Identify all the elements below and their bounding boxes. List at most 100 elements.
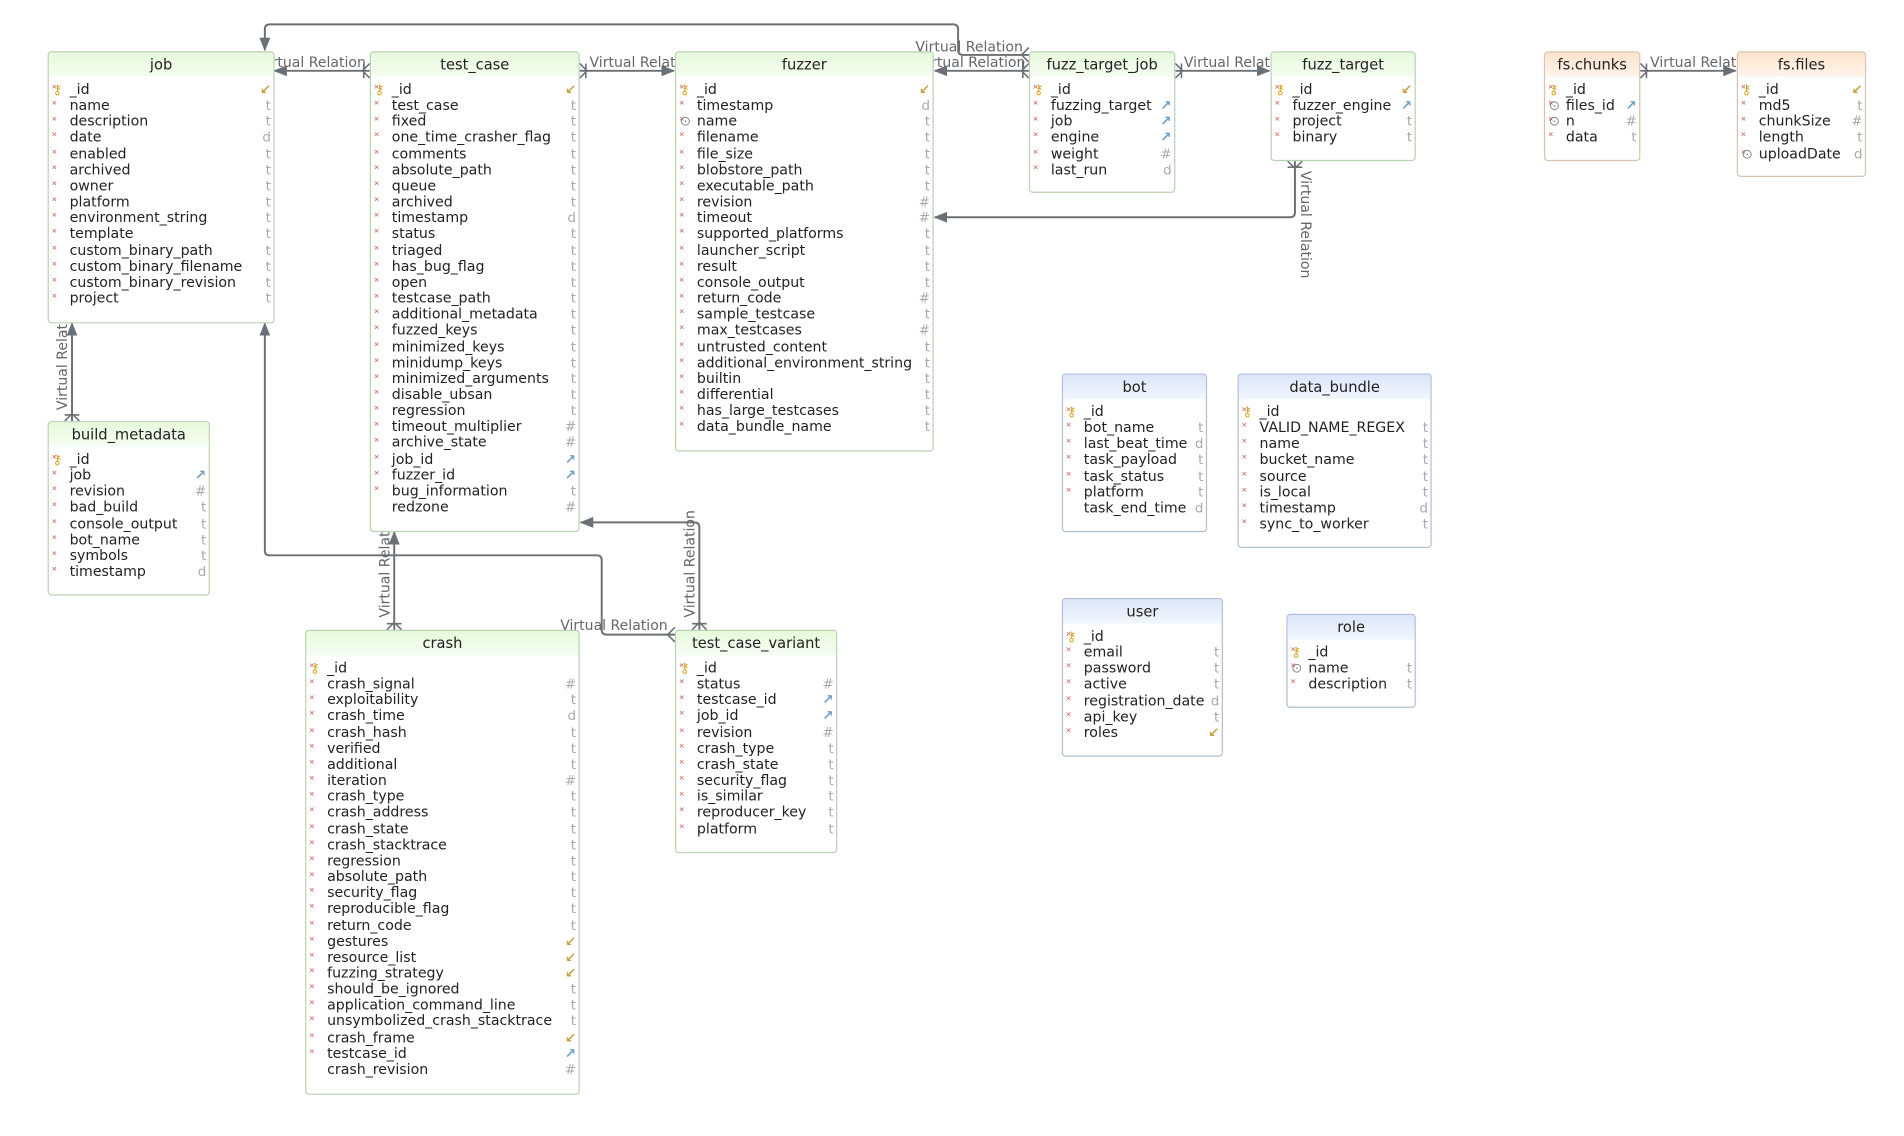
field-row[interactable]: × has_large_testcases t [676,402,932,419]
field-row[interactable]: × executable_path t [676,177,932,194]
field-row[interactable]: × custom_binary_path t [49,242,274,259]
field-row[interactable]: × ⚷ _id [1063,628,1222,645]
field-row[interactable]: × additional t [306,756,578,773]
field-row[interactable]: × enabled t [49,145,274,162]
field-row[interactable]: × ⊙ name t [1288,660,1415,677]
field-row[interactable]: × timestamp d [1239,500,1431,517]
field-row[interactable]: × ⚷ _id ↙ [1738,81,1865,98]
table-fs-chunks[interactable]: fs.chunks × ⚷ _id × ⊙ files_id ↗ × ⊙ n # × data t [1543,51,1641,162]
field-row[interactable]: × has_bug_flag t [371,258,578,275]
field-row[interactable]: × bug_information t [371,482,578,499]
field-row[interactable]: × max_testcases # [676,322,932,339]
field-row[interactable]: × job ↗ [49,467,209,484]
field-row[interactable]: × name t [1239,435,1431,452]
field-row[interactable]: × security_flag t [306,884,578,901]
field-row[interactable]: × timestamp d [49,563,209,580]
field-row[interactable]: × fixed t [371,113,578,130]
table-title[interactable]: role [1287,615,1415,640]
field-row[interactable]: × environment_string t [49,209,274,226]
field-row[interactable]: × ⚷ _id [1030,81,1174,98]
field-row[interactable]: × data t [1545,129,1639,146]
field-row[interactable]: × length t [1738,129,1865,146]
field-row[interactable]: × bot_name t [49,531,209,548]
field-row[interactable]: × symbols t [49,547,209,564]
field-row[interactable]: × platform t [1063,483,1206,500]
field-row[interactable]: × archived t [49,161,274,178]
field-row[interactable]: × fuzzing_strategy ↙ [306,965,578,982]
table-test-case[interactable]: test_case × ⚷ _id ↙ × test_case t × fixed t × one_ti… [369,51,580,533]
field-row[interactable]: × chunkSize # [1738,113,1865,130]
field-row[interactable]: × date d [49,129,274,146]
field-row[interactable]: × ⚷ _id ↙ [676,81,932,98]
field-row[interactable]: × minimized_keys t [371,338,578,355]
field-row[interactable]: × queue t [371,177,578,194]
field-row[interactable]: × application_command_line t [306,997,578,1014]
table-title[interactable]: user [1063,599,1222,624]
field-row[interactable]: × fuzzing_target ↗ [1030,97,1174,114]
field-row[interactable]: × absolute_path t [306,868,578,885]
field-row[interactable]: × result t [676,258,932,275]
field-row[interactable]: × platform t [676,820,836,837]
field-row[interactable]: × crash_hash t [306,724,578,741]
field-row[interactable]: × project t [49,290,274,307]
field-row[interactable]: × job ↗ [1030,113,1174,130]
field-row[interactable]: × custom_binary_filename t [49,258,274,275]
field-row[interactable]: × crash_stacktrace t [306,836,578,853]
field-row[interactable]: × bot_name t [1063,419,1206,436]
field-row[interactable]: × absolute_path t [371,161,578,178]
field-row[interactable]: × timestamp d [371,209,578,226]
table-data-bundle[interactable]: data_bundle × ⚷ _id × VALID_NAME_REGEX t × name t… [1237,373,1432,549]
field-row[interactable]: × unsymbolized_crash_stacktrace t [306,1013,578,1030]
field-row[interactable]: × blobstore_path t [676,161,932,178]
field-row[interactable]: × console_output t [49,515,209,532]
field-row[interactable]: × weight # [1030,145,1174,162]
field-row[interactable]: × is_similar t [676,788,836,805]
field-row[interactable]: × regression t [371,402,578,419]
field-row[interactable]: × api_key t [1063,708,1222,725]
field-row[interactable]: × bad_build t [49,499,209,516]
field-row[interactable]: × job_id ↗ [676,708,836,725]
field-row[interactable]: redzone # [371,498,578,515]
table-fs-files[interactable]: fs.files × ⚷ _id ↙ × md5 t × chunkSize # × length t × ⊙… [1736,51,1867,177]
field-row[interactable]: × console_output t [676,274,932,291]
field-row[interactable]: × launcher_script t [676,242,932,259]
field-row[interactable]: × additional_metadata t [371,306,578,323]
table-fuzzer[interactable]: fuzzer × ⚷ _id ↙ × timestamp d × ⊙ name t × filename t… [674,51,934,452]
field-row[interactable]: × fuzzer_engine ↗ [1272,97,1415,114]
table-bot[interactable]: bot × ⚷ _id × bot_name t × last_beat_time d × task_… [1061,373,1208,533]
field-row[interactable]: × ⚷ _id [49,451,209,468]
field-row[interactable]: × crash_time d [306,708,578,725]
field-row[interactable]: × crash_state t [306,820,578,837]
field-row[interactable]: × binary t [1272,129,1415,146]
field-row[interactable]: × ⊙ name t [676,113,932,130]
field-row[interactable]: × ⚷ _id [1288,644,1415,661]
field-row[interactable]: × open t [371,274,578,291]
field-row[interactable]: × disable_ubsan t [371,386,578,403]
table-title[interactable]: test_case [371,52,579,77]
table-role[interactable]: role × ⚷ _id × ⊙ name t × description t [1286,613,1416,708]
table-fuzz-target-job[interactable]: fuzz_target_job × ⚷ _id × fuzzing_target ↗ × job… [1028,51,1176,193]
field-row[interactable]: × ⊙ files_id ↗ [1545,97,1639,114]
field-row[interactable]: × file_size t [676,145,932,162]
table-user[interactable]: user × ⚷ _id × email t × password t × active t × regis… [1061,598,1223,757]
field-row[interactable]: × differential t [676,386,932,403]
field-row[interactable]: × timeout # [676,209,932,226]
table-title[interactable]: bot [1063,374,1206,400]
field-row[interactable]: × template t [49,225,274,242]
field-row[interactable]: × VALID_NAME_REGEX t [1239,419,1431,436]
field-row[interactable]: × comments t [371,145,578,162]
table-test-case-variant[interactable]: test_case_variant × ⚷ _id × status # × testcase_… [674,629,838,854]
field-row[interactable]: × revision # [676,724,836,741]
field-row[interactable]: × ⚷ _id ↙ [49,81,274,98]
field-row[interactable]: × timestamp d [676,97,932,114]
field-row[interactable]: × ⚷ _id ↙ [371,81,578,98]
field-row[interactable]: × testcase_id ↗ [676,692,836,709]
field-row[interactable]: × sample_testcase t [676,306,932,323]
field-row[interactable]: × crash_frame ↙ [306,1029,578,1046]
table-build-metadata[interactable]: build_metadata × ⚷ _id × job ↗ × revision # × bad_b… [47,421,210,596]
field-row[interactable]: × password t [1063,660,1222,677]
field-row[interactable]: × builtin t [676,370,932,387]
field-row[interactable]: × additional_environment_string t [676,354,932,371]
field-row[interactable]: × roles ↙ [1063,724,1222,741]
field-row[interactable]: × bucket_name t [1239,451,1431,468]
